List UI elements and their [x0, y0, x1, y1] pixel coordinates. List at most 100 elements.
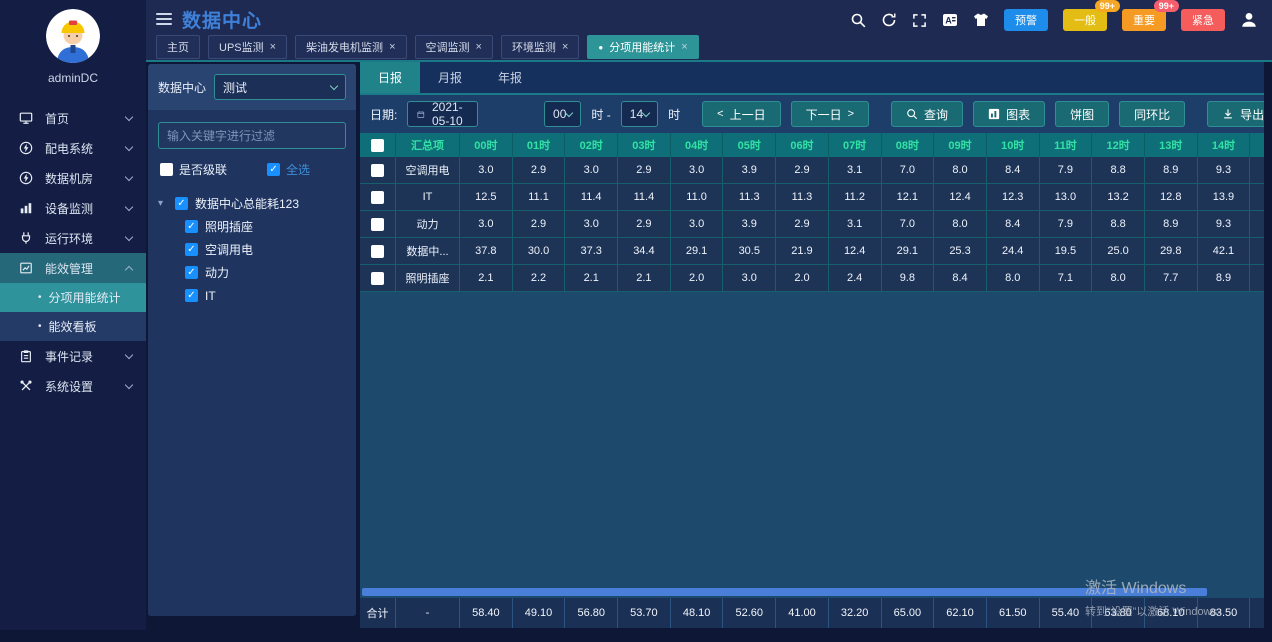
row-checkbox[interactable] [371, 218, 384, 231]
header-tab-5[interactable]: 环境监测× [501, 35, 579, 59]
chevron-down-icon [125, 380, 133, 388]
chevron-down-icon [565, 108, 573, 116]
header-tab-3[interactable]: 柴油发电机监测× [295, 35, 406, 59]
cell-value: 12.4 [829, 238, 882, 265]
sidebar-subitem-分项用能统计[interactable]: •分项用能统计 [0, 283, 146, 312]
datacenter-select[interactable]: 测试 [214, 74, 346, 100]
close-icon[interactable]: × [562, 41, 568, 53]
compare-button[interactable]: 同环比 [1119, 101, 1185, 127]
close-icon[interactable]: × [476, 41, 482, 53]
pie-button[interactable]: 饼图 [1055, 101, 1109, 127]
export-button[interactable]: 导出 [1207, 101, 1264, 127]
svg-text:A: A [945, 16, 952, 26]
table-row: 空调用电3.02.93.02.93.03.92.93.17.08.08.47.9… [360, 157, 1264, 184]
sidebar-item-能效管理[interactable]: 能效管理 [0, 253, 146, 283]
tree-checkbox[interactable]: ✓ [185, 266, 198, 279]
menu-toggle-icon[interactable] [156, 10, 172, 28]
tree-node-照明插座[interactable]: ✓ 照明插座 [158, 215, 356, 238]
report-tab-月报[interactable]: 月报 [420, 62, 480, 93]
tree-filter-input[interactable] [158, 122, 346, 149]
column-header: 汇总项 [396, 133, 460, 157]
header-tab-4[interactable]: 空调监测× [415, 35, 493, 59]
column-header: 01时 [513, 133, 566, 157]
row-checkbox[interactable] [371, 245, 384, 258]
tree-checkbox[interactable]: ✓ [175, 197, 188, 210]
alarm-button-3[interactable]: 重要99+ [1122, 9, 1166, 31]
row-checkbox[interactable] [371, 139, 384, 152]
total-value: 62.10 [934, 598, 987, 628]
tree-checkbox[interactable]: ✓ [185, 220, 198, 233]
cell-value: 7.9 [1040, 157, 1093, 184]
cell-value: 30.0 [513, 238, 566, 265]
close-icon[interactable]: × [270, 41, 276, 53]
fullscreen-icon[interactable] [912, 13, 927, 28]
scrollbar-thumb[interactable] [362, 588, 1207, 596]
sidebar-item-事件记录[interactable]: 事件记录 [0, 341, 146, 371]
monitor-icon [18, 111, 34, 125]
cell-value: 3.1 [829, 157, 882, 184]
bullet-icon: • [38, 321, 42, 332]
alarm-count-badge: 99+ [1095, 0, 1120, 12]
sidebar-subitem-能效看板[interactable]: •能效看板 [0, 312, 146, 341]
row-checkbox[interactable] [371, 191, 384, 204]
header-tab-6[interactable]: ●分项用能统计× [587, 35, 698, 59]
sidebar-item-运行环境[interactable]: 运行环境 [0, 223, 146, 253]
next-day-button[interactable]: 下一日 > [791, 101, 869, 127]
tree-node-IT[interactable]: ✓IT [158, 284, 356, 307]
hour-unit-label: 时 [591, 108, 603, 122]
tree-checkbox[interactable]: ✓ [185, 289, 198, 302]
cascade-checkbox[interactable] [160, 163, 173, 176]
sidebar-item-数据机房[interactable]: 数据机房 [0, 163, 146, 193]
cell-value: 3.0 [671, 157, 724, 184]
chart-button[interactable]: 图表 [973, 101, 1045, 127]
report-tab-日报[interactable]: 日报 [360, 62, 420, 93]
sidebar-item-配电系统[interactable]: 配电系统 [0, 133, 146, 163]
total-value: 55.40 [1040, 598, 1093, 628]
cell-value: 2.4 [829, 265, 882, 292]
alarm-button-1[interactable]: 预警 [1004, 9, 1048, 31]
tree-checkbox[interactable]: ✓ [185, 243, 198, 256]
user-icon[interactable] [1240, 11, 1258, 29]
column-header: 05时 [723, 133, 776, 157]
refresh-icon[interactable] [881, 12, 897, 28]
sidebar-item-系统设置[interactable]: 系统设置 [0, 371, 146, 401]
date-picker[interactable]: 2021-05-10 [407, 101, 478, 127]
header-tab-2[interactable]: UPS监测× [208, 35, 287, 59]
alarm-button-2[interactable]: 一般99+ [1063, 9, 1107, 31]
close-icon[interactable]: × [681, 41, 687, 53]
hour-from-select[interactable]: 00 [544, 101, 581, 127]
row-checkbox[interactable] [371, 272, 384, 285]
sidebar-item-首页[interactable]: 首页 [0, 103, 146, 133]
cell-value: 8.0 [1092, 265, 1145, 292]
row-checkbox[interactable] [371, 164, 384, 177]
select-all-checkbox[interactable]: ✓ [267, 163, 280, 176]
hour-to-select[interactable]: 14 [621, 101, 658, 127]
tree-node-空调用电[interactable]: ✓空调用电 [158, 238, 356, 261]
cell-value: 8.0 [987, 265, 1040, 292]
active-dot-icon: ● [598, 43, 603, 52]
tree-node-root[interactable]: ▾✓数据中心总能耗123 [158, 192, 356, 215]
tree-node-label: 照明插座 [205, 218, 253, 235]
cell-value: 12.4 [934, 184, 987, 211]
column-header: 13时 [1145, 133, 1198, 157]
alarm-button-4[interactable]: 紧急 [1181, 9, 1225, 31]
prev-day-button[interactable]: < 上一日 [702, 101, 780, 127]
cell-value: 2.9 [776, 157, 829, 184]
cell-value: 42.1 [1198, 238, 1251, 265]
report-tab-年报[interactable]: 年报 [480, 62, 540, 93]
cell-value: 3.0 [671, 211, 724, 238]
theme-icon[interactable] [973, 12, 989, 28]
select-all-label[interactable]: 全选 [286, 161, 310, 178]
total-value: 56.80 [565, 598, 618, 628]
translate-icon[interactable]: A [942, 12, 958, 28]
query-button[interactable]: 查询 [891, 101, 963, 127]
caret-down-icon[interactable]: ▾ [158, 198, 168, 209]
sidebar-item-设备监测[interactable]: 设备监测 [0, 193, 146, 223]
cell-value: 3.9 [723, 157, 776, 184]
search-icon [906, 108, 918, 120]
cell-value [1250, 238, 1264, 265]
close-icon[interactable]: × [389, 41, 395, 53]
search-icon[interactable] [850, 12, 866, 28]
header-tab-1[interactable]: 主页 [156, 35, 200, 59]
tree-node-动力[interactable]: ✓动力 [158, 261, 356, 284]
